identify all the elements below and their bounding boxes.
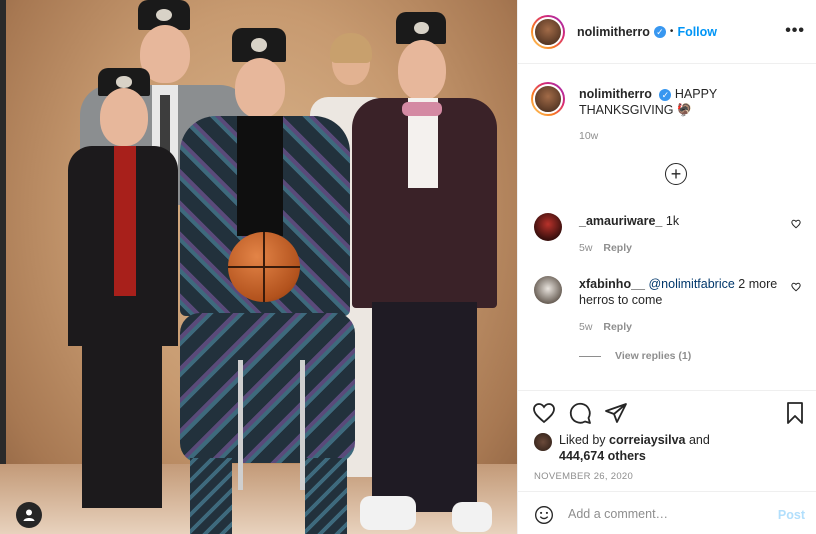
comment-text: 1k bbox=[665, 214, 680, 228]
like-comment-heart-icon[interactable] bbox=[791, 282, 801, 292]
likes-prefix: Liked by bbox=[559, 433, 606, 447]
caption-time: 10w bbox=[579, 130, 599, 142]
emoji-icon[interactable] bbox=[534, 505, 554, 525]
plus-circle-icon[interactable]: + bbox=[665, 163, 687, 185]
more-options-icon[interactable]: ••• bbox=[785, 22, 805, 40]
liker-username[interactable]: correiaysilva bbox=[609, 433, 685, 447]
person-boy-right bbox=[352, 12, 497, 534]
verified-badge-icon: ✓ bbox=[653, 25, 666, 38]
stool-leg-left bbox=[238, 360, 243, 490]
view-replies-label: View replies (1) bbox=[615, 350, 692, 362]
photo-edge bbox=[0, 0, 6, 534]
comment-mention[interactable]: @nolimitfabrice bbox=[648, 277, 734, 291]
post-date: NOVEMBER 26, 2020 bbox=[534, 471, 634, 482]
user-icon bbox=[23, 509, 35, 521]
post-header: nolimitherro ✓ • Follow ••• bbox=[518, 0, 816, 64]
comment-item: xfabinho__ @nolimitfabrice 2 more herros… bbox=[534, 276, 809, 338]
separator-dot: • bbox=[669, 26, 674, 37]
comment-username[interactable]: _amauriware_ bbox=[579, 214, 662, 228]
author-avatar[interactable] bbox=[531, 14, 565, 49]
caption-avatar[interactable] bbox=[531, 82, 565, 116]
reply-button[interactable]: Reply bbox=[603, 242, 632, 254]
like-heart-icon[interactable] bbox=[532, 401, 556, 425]
reply-button[interactable]: Reply bbox=[603, 321, 632, 333]
caption-username[interactable]: nolimitherro bbox=[579, 87, 652, 101]
share-icon[interactable] bbox=[604, 401, 628, 425]
comment-age: 5w bbox=[579, 242, 593, 254]
likes-count[interactable]: 444,674 others bbox=[559, 449, 646, 463]
comment-avatar[interactable] bbox=[534, 213, 562, 241]
comment-avatar[interactable] bbox=[534, 276, 562, 304]
comment-input[interactable] bbox=[568, 504, 758, 524]
save-bookmark-icon[interactable] bbox=[783, 401, 807, 425]
comment-text-block: _amauriware_ 1k bbox=[579, 213, 784, 229]
liker-avatar[interactable] bbox=[534, 433, 552, 451]
caption-text-block: nolimitherro ✓ HAPPY THANKSGIVING 🦃 bbox=[579, 86, 799, 118]
follow-button[interactable]: Follow bbox=[677, 25, 717, 39]
tagged-users-button[interactable] bbox=[16, 502, 42, 528]
likes-and: and bbox=[688, 433, 710, 447]
basketball bbox=[228, 232, 300, 302]
stool-leg-right bbox=[300, 360, 305, 490]
person-boy-left bbox=[68, 68, 178, 534]
add-comment-bar: Post bbox=[518, 491, 816, 534]
replies-divider bbox=[579, 355, 601, 357]
author-username[interactable]: nolimitherro bbox=[577, 25, 650, 39]
verified-badge-icon: ✓ bbox=[659, 88, 672, 101]
comment-age: 5w bbox=[579, 321, 593, 333]
comment-icon[interactable] bbox=[568, 401, 592, 425]
comment-text-block: xfabinho__ @nolimitfabrice 2 more herros… bbox=[579, 276, 784, 308]
comment-item: _amauriware_ 1k 5w Reply bbox=[534, 213, 809, 263]
comment-meta: 5w Reply bbox=[579, 242, 632, 254]
post-photo[interactable] bbox=[0, 0, 517, 534]
view-replies-button[interactable]: View replies (1) bbox=[579, 350, 691, 362]
like-comment-heart-icon[interactable] bbox=[791, 219, 801, 229]
post-actions: Liked by correiaysilva and 444,674 other… bbox=[518, 390, 816, 534]
post-side-panel: nolimitherro ✓ • Follow ••• nolimitherro… bbox=[517, 0, 816, 534]
comment-username[interactable]: xfabinho__ bbox=[579, 277, 645, 291]
comment-meta: 5w Reply bbox=[579, 321, 632, 333]
post-comment-button[interactable]: Post bbox=[778, 508, 805, 522]
